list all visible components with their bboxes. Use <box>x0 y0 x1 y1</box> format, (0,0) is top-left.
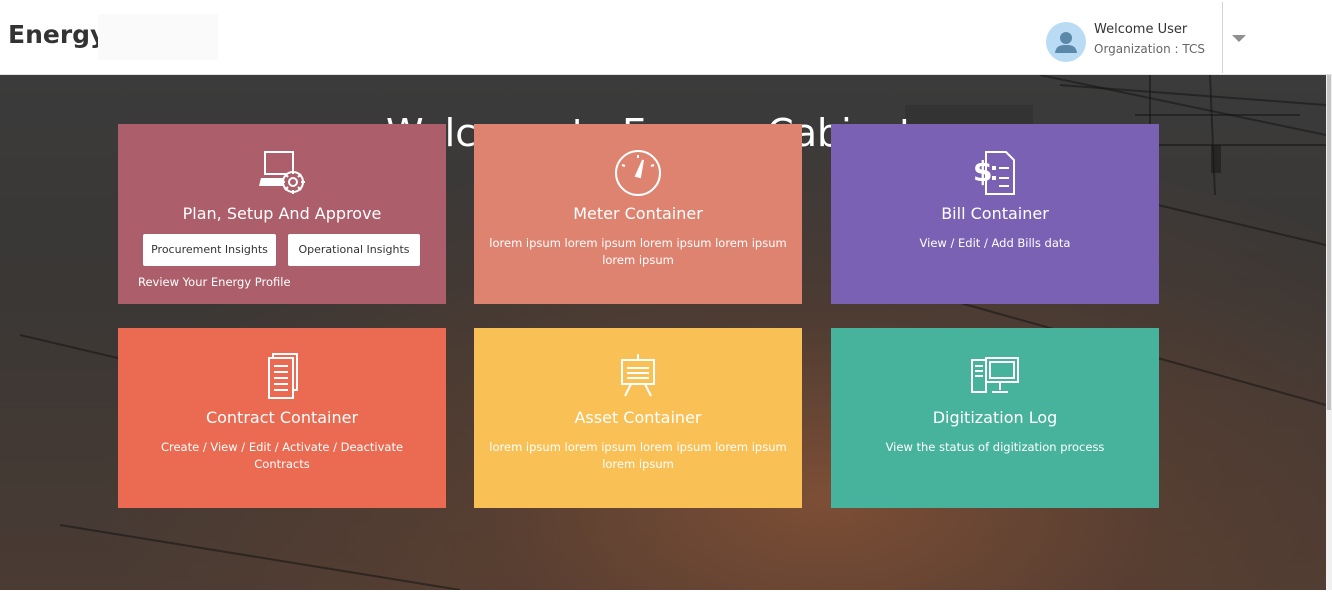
card-description: lorem ipsum lorem ipsum lorem ipsum lore… <box>489 440 787 471</box>
review-energy-profile-link[interactable]: Review Your Energy Profile <box>138 275 291 289</box>
plan-setup-card[interactable]: Plan, Setup And Approve Procurement Insi… <box>118 124 446 304</box>
bill-document-icon: $ <box>970 148 1020 198</box>
svg-text:$: $ <box>973 155 992 188</box>
card-title: Meter Container <box>573 204 703 223</box>
user-welcome-text: Welcome User <box>1094 22 1188 37</box>
gauge-icon <box>613 148 663 198</box>
documents-icon <box>257 352 307 402</box>
laptop-gear-icon <box>257 148 307 198</box>
asset-container-card[interactable]: Asset Container lorem ipsum lorem ipsum … <box>474 328 802 508</box>
card-description: View / Edit / Add Bills data <box>919 236 1071 250</box>
easel-board-icon <box>613 352 663 402</box>
card-title: Digitization Log <box>932 408 1058 427</box>
meter-container-card[interactable]: Meter Container lorem ipsum lorem ipsum … <box>474 124 802 304</box>
bill-container-card[interactable]: $ Bill Container View / Edit / Add Bills… <box>831 124 1159 304</box>
scrollbar-thumb[interactable] <box>1327 75 1331 410</box>
top-header: Energy Welcome User Organization : TCS <box>0 0 1332 75</box>
header-divider <box>1222 2 1223 73</box>
card-title: Bill Container <box>941 204 1049 223</box>
operational-insights-button[interactable]: Operational Insights <box>288 234 420 266</box>
brand-title: Energy <box>8 20 107 49</box>
card-title: Contract Container <box>205 408 359 427</box>
card-title: Asset Container <box>574 408 702 427</box>
user-organization-text: Organization : TCS <box>1094 42 1206 56</box>
card-title: Plan, Setup And Approve <box>182 204 382 223</box>
contract-container-card[interactable]: Contract Container Create / View / Edit … <box>118 328 446 508</box>
chevron-down-icon[interactable] <box>1230 30 1248 46</box>
digitization-log-card[interactable]: Digitization Log View the status of digi… <box>831 328 1159 508</box>
brand-logo-area <box>98 14 218 60</box>
desktop-computer-icon <box>970 352 1020 402</box>
card-description: View the status of digitization process <box>885 440 1105 454</box>
card-description: Create / View / Edit / Activate / Deacti… <box>160 440 404 471</box>
card-description: lorem ipsum lorem ipsum lorem ipsum lore… <box>489 236 787 267</box>
user-avatar-icon[interactable] <box>1046 22 1086 62</box>
procurement-insights-button[interactable]: Procurement Insights <box>143 234 276 266</box>
